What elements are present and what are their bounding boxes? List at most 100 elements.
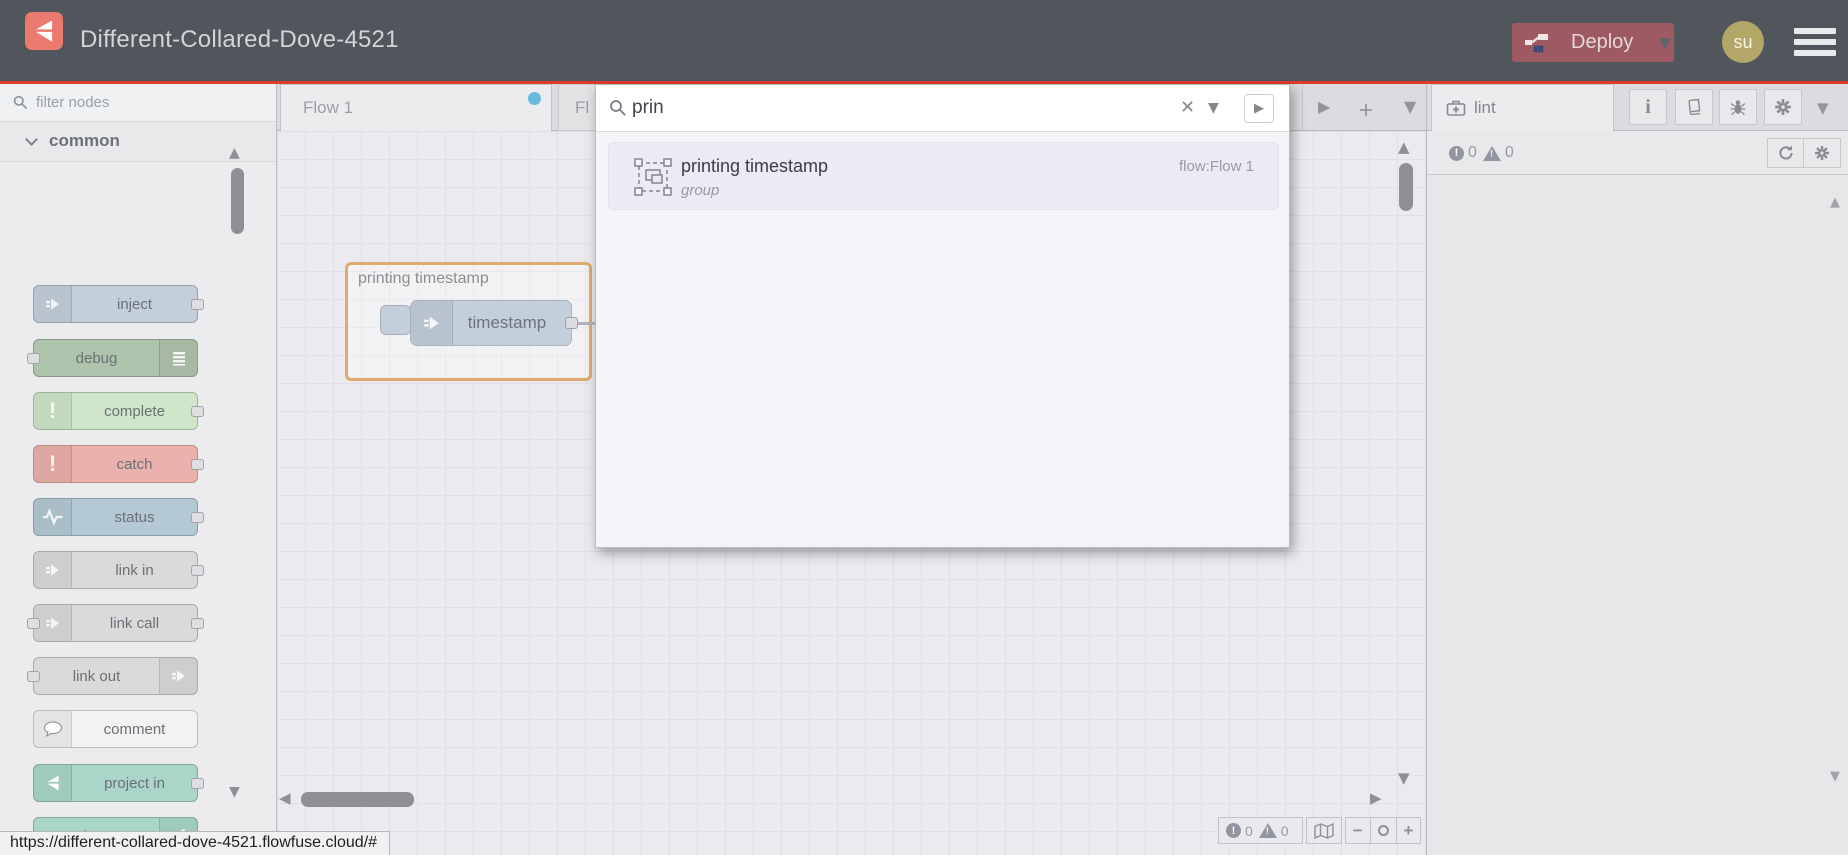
palette-node-label: debug (75, 349, 118, 367)
canvas-scroll-left-icon[interactable]: ◀ (279, 789, 291, 807)
canvas-hscrollbar-thumb[interactable] (301, 792, 414, 807)
unsaved-changes-dot (528, 92, 541, 105)
bug-icon (1730, 100, 1746, 116)
canvas-issues-box[interactable]: ! 0 ! 0 (1218, 817, 1303, 844)
map-icon (1313, 822, 1334, 839)
flowfuse-logo-glyph (35, 20, 53, 42)
search-input[interactable] (632, 85, 1172, 131)
search-result-flow: flow:Flow 1 (1178, 158, 1254, 175)
zoom-reset-button[interactable] (1369, 818, 1396, 843)
lint-refresh-button[interactable] (1767, 138, 1804, 168)
sidebar-tab-lint[interactable]: lint (1431, 84, 1614, 131)
lint-scroll-down-icon[interactable]: ▼ (1830, 769, 1840, 784)
deploy-options-caret-icon[interactable]: ▼ (1659, 34, 1671, 52)
output-port (191, 565, 204, 576)
palette-scroll-down-icon[interactable]: ▼ (229, 784, 240, 800)
lint-settings-button[interactable] (1804, 138, 1841, 168)
error-icon: ! (1226, 823, 1241, 838)
lint-warning-count: 0 (1504, 144, 1514, 161)
palette-node-list: inject debug ! complete! catch status link in l… (0, 162, 276, 855)
group-icon (634, 158, 672, 196)
arrow-icon (34, 552, 72, 588)
deploy-button[interactable]: Deploy ▼ (1512, 23, 1674, 62)
tab-flow-1[interactable]: Flow 1 (280, 84, 552, 131)
tab-scroll-right-icon[interactable]: ▶ (1318, 97, 1330, 116)
search-result-title: printing timestamp (681, 156, 829, 176)
palette-node-link-call[interactable]: link call (27, 604, 204, 642)
sidebar-tab-lint-label: lint (1474, 98, 1496, 117)
palette-node-catch[interactable]: ! catch (33, 445, 204, 483)
canvas-error-count: 0 (1245, 822, 1253, 839)
zoom-in-button[interactable]: + (1395, 818, 1421, 843)
canvas-vscrollbar-thumb[interactable] (1399, 163, 1413, 211)
sidebar-settings-button[interactable] (1764, 89, 1802, 125)
palette-node-label: catch (116, 455, 153, 473)
search-clear-icon[interactable]: ✕ (1180, 97, 1195, 118)
arrow-icon (159, 658, 197, 694)
sidebar-tab-bar: lint i ▼ (1427, 84, 1848, 131)
palette-node-label: comment (103, 720, 166, 738)
output-port (191, 512, 204, 523)
palette-node-inject[interactable]: inject (33, 285, 204, 323)
node-red-editor: Different-Collared-Dove-4521 Deploy ▼ su (0, 0, 1848, 855)
tabbar-separator (1302, 84, 1303, 130)
zoom-in-label: + (1403, 820, 1414, 840)
sidebar-debug-button[interactable] (1719, 89, 1757, 125)
zoom-out-button[interactable]: − (1346, 818, 1370, 843)
deploy-label: Deploy (1571, 31, 1634, 53)
right-sidebar: lint i ▼ ! 0 ! 0 ▲ ▼ (1426, 84, 1848, 855)
main-menu-icon[interactable] (1794, 28, 1836, 56)
output-port (191, 459, 204, 470)
palette-node-status[interactable]: status (33, 498, 204, 536)
user-avatar[interactable]: su (1722, 21, 1764, 63)
lint-warning-icon: ! (1482, 145, 1501, 161)
zoom-reset-icon (1377, 825, 1389, 836)
palette-node-project-in[interactable]: project in (33, 764, 204, 802)
navigator-button[interactable] (1305, 817, 1342, 844)
canvas-scroll-up-icon[interactable]: ▲ (1398, 138, 1410, 156)
excl-icon: ! (34, 446, 72, 482)
input-port (27, 353, 40, 364)
sidebar-info-button[interactable]: i (1629, 89, 1667, 125)
zoom-out-label: − (1352, 820, 1363, 840)
add-flow-icon[interactable]: ＋ (1358, 97, 1374, 121)
search-options-button[interactable]: ▶ (1244, 94, 1274, 123)
canvas-scroll-right-icon[interactable]: ▶ (1370, 789, 1382, 807)
wire (578, 322, 596, 325)
palette-node-debug[interactable]: debug (27, 339, 198, 377)
palette-node-comment[interactable]: comment (33, 710, 198, 748)
canvas-footer-toolbar: ! 0 ! 0 − + (1218, 817, 1422, 844)
search-result-type: group (681, 182, 720, 199)
lint-panel: ▲ ▼ (1427, 175, 1848, 855)
palette-node-link-out[interactable]: link out (27, 657, 198, 695)
lint-toolbar: ! 0 ! 0 (1427, 131, 1848, 175)
inject-node-button[interactable] (380, 305, 411, 335)
bubble-icon (34, 711, 72, 747)
search-history-caret-icon[interactable]: ▼ (1208, 100, 1219, 116)
sidebar-tabs-caret-icon[interactable]: ▼ (1817, 99, 1829, 117)
palette-node-complete[interactable]: ! complete (33, 392, 204, 430)
book-icon (1687, 98, 1700, 115)
inject-node-timestamp[interactable]: timestamp (410, 300, 572, 346)
lint-scroll-up-icon[interactable]: ▲ (1830, 195, 1840, 210)
search-dialog: ✕ ▼ ▶ printing timestamp flow:Flow 1 gro… (595, 84, 1290, 548)
flow-list-caret-icon[interactable]: ▼ (1404, 97, 1416, 116)
instance-title: Different-Collared-Dove-4521 (80, 26, 399, 53)
search-result-item[interactable]: printing timestamp flow:Flow 1 group (608, 142, 1279, 210)
gear-icon (1815, 146, 1829, 160)
palette-node-link-in[interactable]: link in (33, 551, 204, 589)
palette-scrollbar-thumb[interactable] (231, 168, 244, 234)
pulse-icon (34, 499, 72, 535)
input-port (27, 618, 40, 629)
gear-icon (1775, 99, 1791, 115)
inject-node-output-port[interactable] (565, 317, 578, 329)
palette-filter-input[interactable] (0, 84, 276, 121)
canvas-scroll-down-icon[interactable]: ▼ (1398, 769, 1410, 787)
search-results: printing timestamp flow:Flow 1 group (596, 132, 1289, 547)
info-icon: i (1645, 95, 1651, 118)
warning-icon: ! (1258, 823, 1277, 838)
palette-scroll-up-icon[interactable]: ▲ (229, 145, 240, 161)
node-palette: common inject debug! complete! catch status l… (0, 84, 277, 855)
flowfuse-logo-icon[interactable] (25, 12, 63, 50)
sidebar-help-button[interactable] (1675, 89, 1713, 125)
